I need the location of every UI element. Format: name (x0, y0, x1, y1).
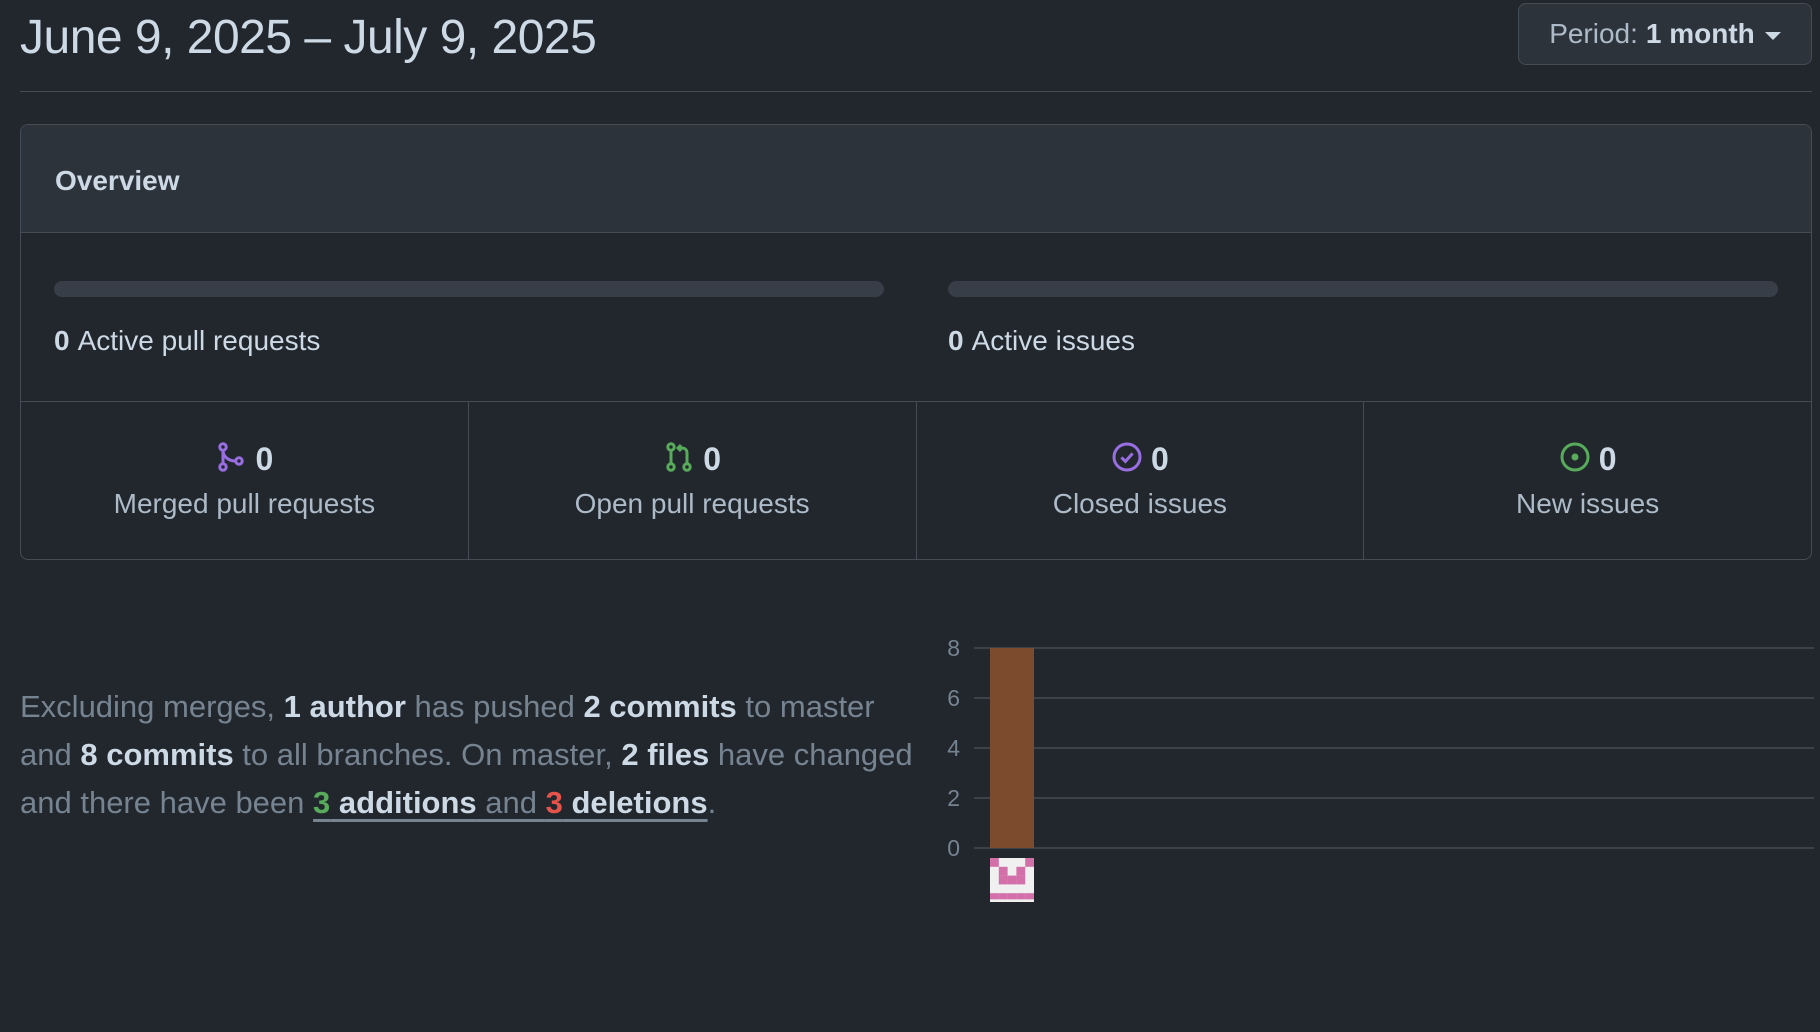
period-dropdown-button[interactable]: Period: 1 month (1518, 3, 1812, 65)
overview-header: Overview (21, 125, 1811, 233)
active-pull-requests-count: 0 (54, 325, 70, 356)
summary-text-2: has pushed (405, 689, 584, 724)
overview-title: Overview (55, 165, 180, 196)
contributor-insights-page: June 9, 2025 – July 9, 2025 Period: 1 mo… (0, 0, 1820, 1032)
active-issues-label: Active issues (971, 325, 1135, 356)
summary-and: and (476, 785, 546, 820)
new-issues-count: 0 (1598, 441, 1617, 477)
active-issues-progress-bar (948, 281, 1778, 297)
overview-progress-section: 0 Active pull requests 0 Active issues (21, 233, 1811, 402)
additions-deletions-link[interactable]: 3 additions and 3 deletions (313, 785, 708, 820)
commits-by-author-chart: 0 2 4 6 8 (930, 630, 1820, 910)
files-changed-count: 2 files (621, 737, 710, 772)
issue-opened-icon (1559, 441, 1591, 478)
active-pull-requests-label: Active pull requests (77, 325, 321, 356)
period-value: 1 month (1645, 18, 1755, 49)
active-issues-count: 0 (948, 325, 964, 356)
merged-pull-requests-count: 0 (255, 441, 274, 477)
overview-panel: Overview 0 Active pull requests 0 Active i… (20, 124, 1812, 560)
y-tick-label: 8 (947, 635, 960, 661)
commit-summary-text: Excluding merges, 1 author has pushed 2 … (20, 683, 920, 827)
new-issues-label: New issues (1516, 488, 1660, 519)
summary-period: . (707, 785, 717, 820)
open-pull-requests-stat[interactable]: 0 Open pull requests (469, 402, 917, 559)
period-label: Period: (1549, 18, 1638, 49)
open-pull-requests-count: 0 (703, 441, 722, 477)
issue-closed-icon (1111, 441, 1143, 478)
commits-chart-svg: 0 2 4 6 8 (947, 635, 1814, 902)
y-tick-label: 6 (947, 685, 960, 711)
additions-number: 3 (313, 785, 331, 820)
merged-pull-requests-label: Merged pull requests (113, 488, 376, 519)
authors-count: 1 author (283, 689, 406, 724)
caret-down-icon (1764, 32, 1781, 40)
commit-bar[interactable] (990, 648, 1034, 848)
closed-issues-count: 0 (1150, 441, 1169, 477)
closed-issues-label: Closed issues (1052, 488, 1228, 519)
y-tick-label: 2 (947, 785, 960, 811)
overview-stats-row: 0 Merged pull requests 0 Open pull reque… (21, 402, 1811, 559)
author-avatar[interactable] (990, 858, 1034, 902)
active-pull-requests-link[interactable]: 0 Active pull requests (54, 325, 320, 357)
new-issues-stat[interactable]: 0 New issues (1364, 402, 1811, 559)
all-branches-commits-count: 8 commits (80, 737, 234, 772)
merged-pull-requests-stat[interactable]: 0 Merged pull requests (21, 402, 469, 559)
git-merge-icon (215, 441, 247, 478)
deletions-word: deletions (562, 785, 708, 820)
active-pull-requests-progress-bar (54, 281, 884, 297)
header: June 9, 2025 – July 9, 2025 Period: 1 mo… (20, 0, 1812, 92)
active-issues-link[interactable]: 0 Active issues (948, 325, 1135, 357)
master-commits-count: 2 commits (583, 689, 737, 724)
summary-text-1: Excluding merges, (20, 689, 284, 724)
date-range-title: June 9, 2025 – July 9, 2025 (20, 11, 597, 64)
open-pull-requests-label: Open pull requests (574, 488, 810, 519)
deletions-number: 3 (545, 785, 563, 820)
y-tick-label: 0 (947, 835, 960, 861)
summary-text-4: to all branches. On master, (233, 737, 622, 772)
closed-issues-stat[interactable]: 0 Closed issues (917, 402, 1365, 559)
y-tick-label: 4 (947, 735, 960, 761)
git-pull-request-icon (663, 441, 695, 478)
additions-word: additions (330, 785, 477, 820)
